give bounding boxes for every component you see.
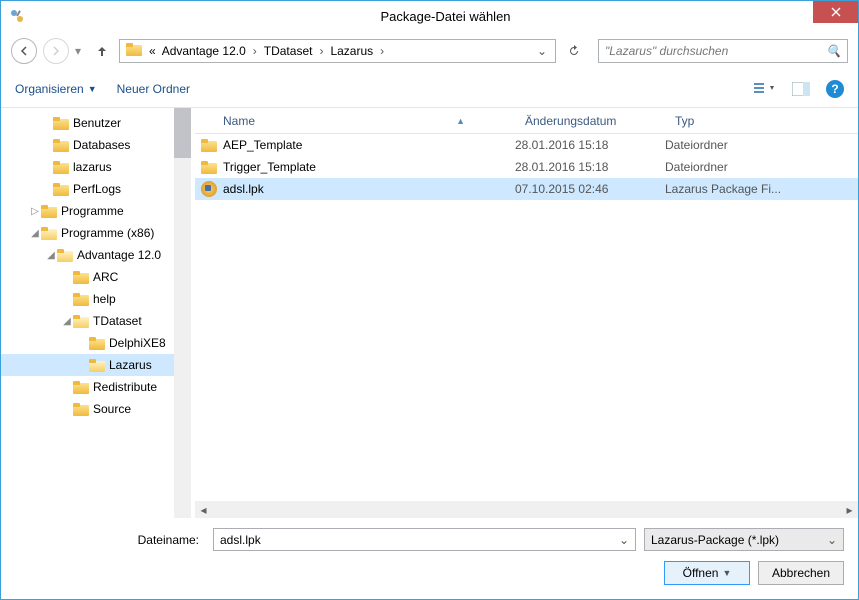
open-button[interactable]: Öffnen▼ bbox=[664, 561, 750, 585]
folder-icon bbox=[53, 139, 69, 152]
search-input[interactable]: "Lazarus" durchsuchen 🔍 bbox=[598, 39, 848, 63]
list-row[interactable]: AEP_Template 28.01.2016 15:18 Dateiordne… bbox=[195, 134, 858, 156]
folder-icon bbox=[53, 183, 69, 196]
help-button[interactable]: ? bbox=[826, 80, 844, 98]
window-title: Package-Datei wählen bbox=[33, 9, 858, 24]
list-rows: AEP_Template 28.01.2016 15:18 Dateiordne… bbox=[195, 134, 858, 501]
file-dialog: Package-Datei wählen ▾ « Advantage 12.0 … bbox=[0, 0, 859, 600]
folder-icon bbox=[201, 139, 217, 152]
tree-scrollbar[interactable] bbox=[174, 108, 191, 518]
scroll-right-icon[interactable]: ▸ bbox=[841, 501, 858, 518]
search-placeholder: "Lazarus" durchsuchen bbox=[605, 44, 728, 58]
back-button[interactable] bbox=[11, 38, 37, 64]
column-type[interactable]: Typ bbox=[665, 114, 858, 128]
file-list: Name▲ Änderungsdatum Typ AEP_Template 28… bbox=[195, 108, 858, 518]
organize-menu[interactable]: Organisieren▼ bbox=[15, 82, 97, 96]
tree-item: Source bbox=[1, 398, 191, 420]
tree-item: ▷Programme bbox=[1, 200, 191, 222]
collapse-icon[interactable]: ◢ bbox=[45, 250, 57, 261]
toolbar: Organisieren▼ Neuer Ordner ? bbox=[1, 71, 858, 107]
new-folder-button[interactable]: Neuer Ordner bbox=[117, 82, 190, 96]
folder-icon bbox=[126, 43, 142, 59]
app-icon bbox=[9, 8, 25, 24]
crumb-overflow[interactable]: « bbox=[146, 42, 159, 60]
tree-item: Redistribute bbox=[1, 376, 191, 398]
scroll-left-icon[interactable]: ◂ bbox=[195, 501, 212, 518]
list-header: Name▲ Änderungsdatum Typ bbox=[195, 108, 858, 134]
column-name[interactable]: Name▲ bbox=[195, 114, 515, 128]
tree-item: help bbox=[1, 288, 191, 310]
crumb-advantage[interactable]: Advantage 12.0 bbox=[159, 42, 249, 60]
nav-area: ▾ « Advantage 12.0 › TDataset › Lazarus … bbox=[1, 31, 858, 71]
folder-icon bbox=[73, 381, 89, 394]
folder-icon bbox=[41, 227, 57, 240]
package-icon bbox=[201, 181, 217, 197]
sort-asc-icon: ▲ bbox=[456, 116, 505, 126]
tree-item: ◢Programme (x86) bbox=[1, 222, 191, 244]
folder-icon bbox=[41, 205, 57, 218]
search-icon: 🔍 bbox=[826, 44, 841, 58]
view-options-button[interactable] bbox=[754, 78, 776, 100]
address-bar[interactable]: « Advantage 12.0 › TDataset › Lazarus › … bbox=[119, 39, 556, 63]
tree-item: ◢TDataset bbox=[1, 310, 191, 332]
tree-item-selected: Lazarus bbox=[1, 354, 191, 376]
folder-icon bbox=[89, 359, 105, 372]
folder-icon bbox=[53, 117, 69, 130]
collapse-icon[interactable]: ◢ bbox=[61, 316, 73, 327]
tree-item: ARC bbox=[1, 266, 191, 288]
body-area: Benutzer Databases lazarus PerfLogs ▷Pro… bbox=[1, 107, 858, 518]
cancel-button[interactable]: Abbrechen bbox=[758, 561, 844, 585]
filename-input[interactable]: adsl.lpk ⌄ bbox=[213, 528, 636, 551]
history-dropdown[interactable]: ▾ bbox=[75, 44, 85, 58]
tree-item: PerfLogs bbox=[1, 178, 191, 200]
forward-button[interactable] bbox=[43, 38, 69, 64]
horizontal-scrollbar[interactable]: ◂ ▸ bbox=[195, 501, 858, 518]
list-row[interactable]: Trigger_Template 28.01.2016 15:18 Dateio… bbox=[195, 156, 858, 178]
chevron-right-icon: › bbox=[376, 44, 388, 58]
chevron-right-icon: › bbox=[315, 44, 327, 58]
scrollbar-thumb[interactable] bbox=[174, 108, 191, 158]
refresh-button[interactable] bbox=[562, 39, 586, 63]
folder-icon bbox=[73, 403, 89, 416]
expand-icon[interactable]: ▷ bbox=[29, 206, 41, 217]
tree-item: ◢Advantage 12.0 bbox=[1, 244, 191, 266]
tree-item: Benutzer bbox=[1, 112, 191, 134]
folder-tree[interactable]: Benutzer Databases lazarus PerfLogs ▷Pro… bbox=[1, 108, 191, 518]
titlebar: Package-Datei wählen bbox=[1, 1, 858, 31]
folder-icon bbox=[73, 315, 89, 328]
tree-item: Databases bbox=[1, 134, 191, 156]
folder-icon bbox=[89, 337, 105, 350]
up-button[interactable] bbox=[91, 39, 113, 63]
address-dropdown[interactable]: ⌄ bbox=[531, 44, 553, 58]
filename-label: Dateiname: bbox=[15, 533, 205, 547]
bottom-area: Dateiname: adsl.lpk ⌄ Lazarus-Package (*… bbox=[1, 518, 858, 599]
crumb-lazarus[interactable]: Lazarus bbox=[327, 42, 376, 60]
list-row-selected[interactable]: adsl.lpk 07.10.2015 02:46 Lazarus Packag… bbox=[195, 178, 858, 200]
folder-icon bbox=[73, 293, 89, 306]
file-type-filter[interactable]: Lazarus-Package (*.lpk) ⌄ bbox=[644, 528, 844, 551]
chevron-down-icon[interactable]: ⌄ bbox=[827, 533, 837, 547]
collapse-icon[interactable]: ◢ bbox=[29, 228, 41, 239]
split-arrow-icon[interactable]: ▼ bbox=[722, 568, 731, 578]
folder-icon bbox=[57, 249, 73, 262]
folder-icon bbox=[73, 271, 89, 284]
chevron-down-icon[interactable]: ⌄ bbox=[619, 533, 629, 547]
tree-item: DelphiXE8 bbox=[1, 332, 191, 354]
chevron-right-icon: › bbox=[249, 44, 261, 58]
folder-icon bbox=[53, 161, 69, 174]
crumb-tdataset[interactable]: TDataset bbox=[261, 42, 316, 60]
column-date[interactable]: Änderungsdatum bbox=[515, 114, 665, 128]
tree-item: lazarus bbox=[1, 156, 191, 178]
preview-pane-button[interactable] bbox=[790, 78, 812, 100]
folder-icon bbox=[201, 161, 217, 174]
close-button[interactable] bbox=[813, 1, 858, 23]
